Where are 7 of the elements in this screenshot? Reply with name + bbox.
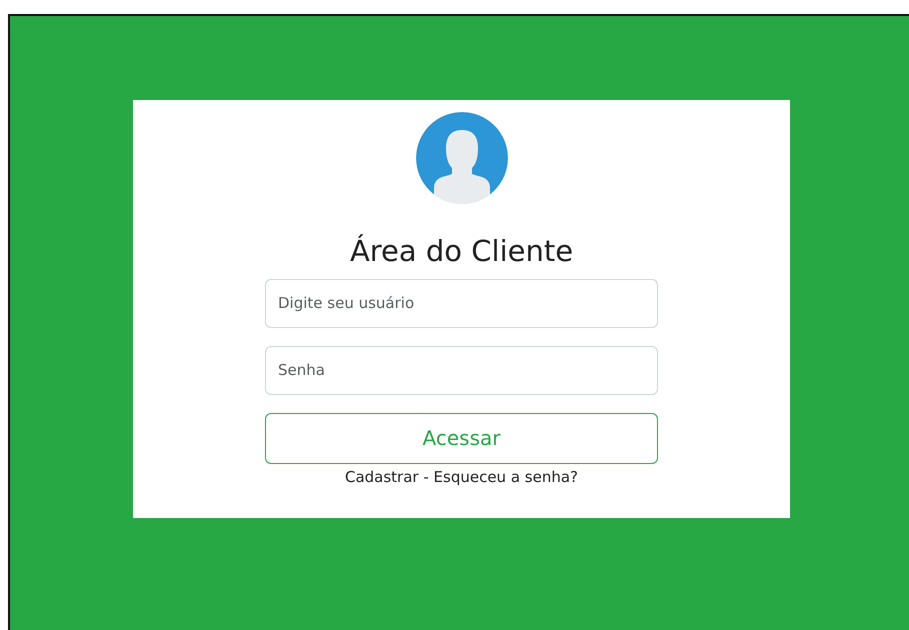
password-field[interactable]: Senha (265, 346, 658, 395)
register-link[interactable]: Cadastrar (344, 468, 419, 486)
user-avatar-icon (416, 112, 508, 204)
login-title: Área do Cliente (350, 234, 574, 269)
forgot-password-link[interactable]: Esqueceu a senha? (434, 468, 578, 486)
links-line: Cadastrar - Esqueceu a senha? (344, 466, 578, 488)
username-field[interactable]: Digite seu usuário (265, 278, 658, 328)
